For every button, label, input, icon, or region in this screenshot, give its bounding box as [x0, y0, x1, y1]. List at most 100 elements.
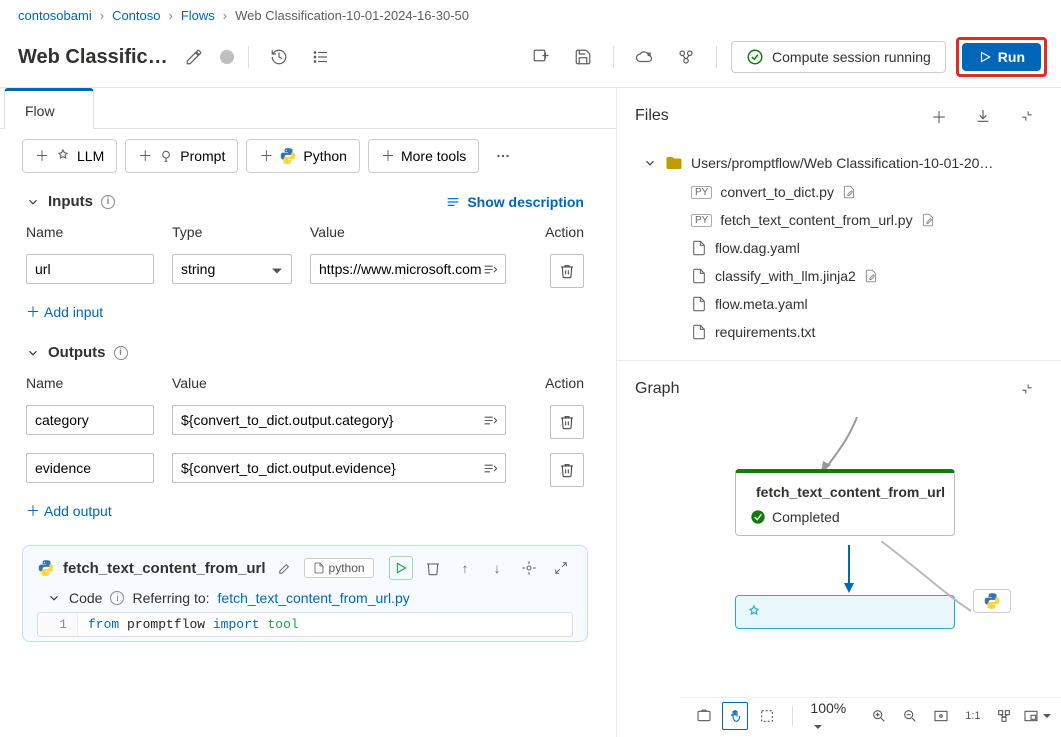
- info-icon[interactable]: i: [110, 591, 124, 605]
- file-row[interactable]: PYfetch_text_content_from_url.py: [635, 206, 1061, 234]
- edit-file-icon[interactable]: [864, 269, 878, 283]
- chevron-down-icon[interactable]: [47, 591, 61, 605]
- collapse-panel-button[interactable]: [1011, 100, 1043, 132]
- file-icon: [691, 268, 707, 284]
- add-input-link[interactable]: ＋Add input: [26, 294, 584, 324]
- add-llm-button[interactable]: ＋ LLM: [22, 139, 117, 173]
- run-node-button[interactable]: [389, 556, 413, 580]
- file-row[interactable]: flow.meta.yaml: [635, 290, 1061, 318]
- zoom-out-button[interactable]: [897, 702, 922, 730]
- graph-title: Graph: [635, 380, 679, 398]
- expand-button[interactable]: [549, 556, 573, 580]
- graph-toolbar: 100% 1:1: [681, 697, 1061, 733]
- value-picker-icon[interactable]: [482, 262, 498, 281]
- delete-node-button[interactable]: [421, 556, 445, 580]
- zoom-in-button[interactable]: [866, 702, 891, 730]
- breadcrumb-project[interactable]: Contoso: [112, 8, 160, 23]
- outputs-row: [26, 397, 584, 445]
- save-button[interactable]: [567, 41, 599, 73]
- locate-button[interactable]: [517, 556, 541, 580]
- outputs-section: Outputs i Name Value Action: [0, 334, 610, 533]
- file-row[interactable]: classify_with_llm.jinja2: [635, 262, 1061, 290]
- actual-size-button[interactable]: 1:1: [960, 702, 985, 730]
- value-picker-icon[interactable]: [482, 461, 498, 480]
- file-icon: [691, 324, 707, 340]
- info-icon[interactable]: i: [101, 195, 115, 209]
- chevron-down-icon[interactable]: [26, 195, 40, 209]
- compute-status[interactable]: Compute session running: [731, 41, 946, 73]
- breadcrumb-flows[interactable]: Flows: [181, 8, 215, 23]
- delete-output-button[interactable]: [550, 405, 584, 439]
- node-title: fetch_text_content_from_url: [63, 560, 266, 577]
- layout-button[interactable]: [992, 702, 1017, 730]
- output-value-field[interactable]: [172, 453, 506, 483]
- unsaved-indicator: [220, 50, 234, 64]
- add-python-button[interactable]: ＋ Python: [246, 139, 360, 173]
- add-file-button[interactable]: ＋: [923, 100, 955, 132]
- file-icon: [691, 240, 707, 256]
- node-lang-badge[interactable]: python: [304, 558, 374, 578]
- edit-name-button[interactable]: [178, 41, 210, 73]
- add-prompt-button[interactable]: ＋ Prompt: [125, 139, 238, 173]
- fit-button[interactable]: [929, 702, 954, 730]
- breadcrumb-workspace[interactable]: contosobami: [18, 8, 92, 23]
- compute-status-text: Compute session running: [772, 49, 931, 65]
- graph-node-stub[interactable]: [973, 589, 1011, 613]
- flow-tabs: Flow: [0, 88, 616, 129]
- graph-node-fetch[interactable]: fetch_text_content_from_url Completed: [735, 469, 955, 536]
- file-row[interactable]: requirements.txt: [635, 318, 1061, 346]
- info-icon[interactable]: i: [114, 346, 128, 360]
- add-panel-button[interactable]: [525, 41, 557, 73]
- output-name-field[interactable]: [26, 405, 154, 435]
- add-output-link[interactable]: ＋Add output: [26, 493, 584, 523]
- files-title: Files: [635, 107, 669, 125]
- page-header: Web Classificat… Compute session running…: [0, 31, 1061, 88]
- variant-button[interactable]: [670, 41, 702, 73]
- output-value-field[interactable]: [172, 405, 506, 435]
- rename-node-button[interactable]: [274, 557, 296, 579]
- tab-flow[interactable]: Flow: [4, 88, 94, 129]
- referring-file-link[interactable]: fetch_text_content_from_url.py: [218, 590, 410, 606]
- run-button[interactable]: Run: [962, 43, 1041, 71]
- py-file-icon: PY: [691, 186, 712, 199]
- inputs-row: [26, 246, 584, 294]
- input-type-select[interactable]: [172, 254, 292, 284]
- delete-input-button[interactable]: [550, 254, 584, 288]
- code-editor[interactable]: 1 from promptflow import tool: [37, 612, 573, 637]
- minimap-button[interactable]: [1023, 702, 1051, 730]
- history-button[interactable]: [263, 41, 295, 73]
- status-ok-icon: [750, 509, 766, 525]
- show-description-link[interactable]: Show description: [445, 194, 584, 210]
- cloud-button[interactable]: [628, 41, 660, 73]
- more-tools-button[interactable]: ＋ More tools: [368, 139, 479, 173]
- screenshot-button[interactable]: [691, 702, 716, 730]
- zoom-level[interactable]: 100%: [804, 700, 859, 732]
- download-files-button[interactable]: [967, 100, 999, 132]
- edit-file-icon[interactable]: [921, 213, 935, 227]
- inputs-title: Inputs: [48, 193, 93, 210]
- overflow-button[interactable]: [487, 140, 519, 172]
- outputs-title: Outputs: [48, 344, 106, 361]
- edit-file-icon[interactable]: [842, 185, 856, 199]
- chevron-down-icon[interactable]: [26, 346, 40, 360]
- input-name-field[interactable]: [26, 254, 154, 284]
- delete-output-button[interactable]: [550, 453, 584, 487]
- select-button[interactable]: [754, 702, 779, 730]
- graph-canvas[interactable]: fetch_text_content_from_url Completed: [617, 417, 1061, 737]
- list-view-button[interactable]: [305, 41, 337, 73]
- collapse-graph-button[interactable]: [1011, 373, 1043, 405]
- file-name: flow.meta.yaml: [715, 296, 808, 312]
- value-picker-icon[interactable]: [482, 413, 498, 432]
- pan-button[interactable]: [722, 702, 748, 730]
- move-up-button[interactable]: ↑: [453, 556, 477, 580]
- input-value-field[interactable]: [310, 254, 506, 284]
- output-name-field[interactable]: [26, 453, 154, 483]
- run-button-highlight: Run: [956, 37, 1047, 77]
- breadcrumb-sep: ›: [100, 8, 104, 23]
- move-down-button[interactable]: ↓: [485, 556, 509, 580]
- file-row[interactable]: flow.dag.yaml: [635, 234, 1061, 262]
- node-toolbar: ＋ LLM ＋ Prompt ＋ Python ＋ More tools: [0, 129, 616, 183]
- inputs-section: Inputs i Show description Name Type Valu…: [0, 183, 610, 334]
- folder-row[interactable]: Users/promptflow/Web Classification-10-0…: [635, 148, 1061, 178]
- file-row[interactable]: PYconvert_to_dict.py: [635, 178, 1061, 206]
